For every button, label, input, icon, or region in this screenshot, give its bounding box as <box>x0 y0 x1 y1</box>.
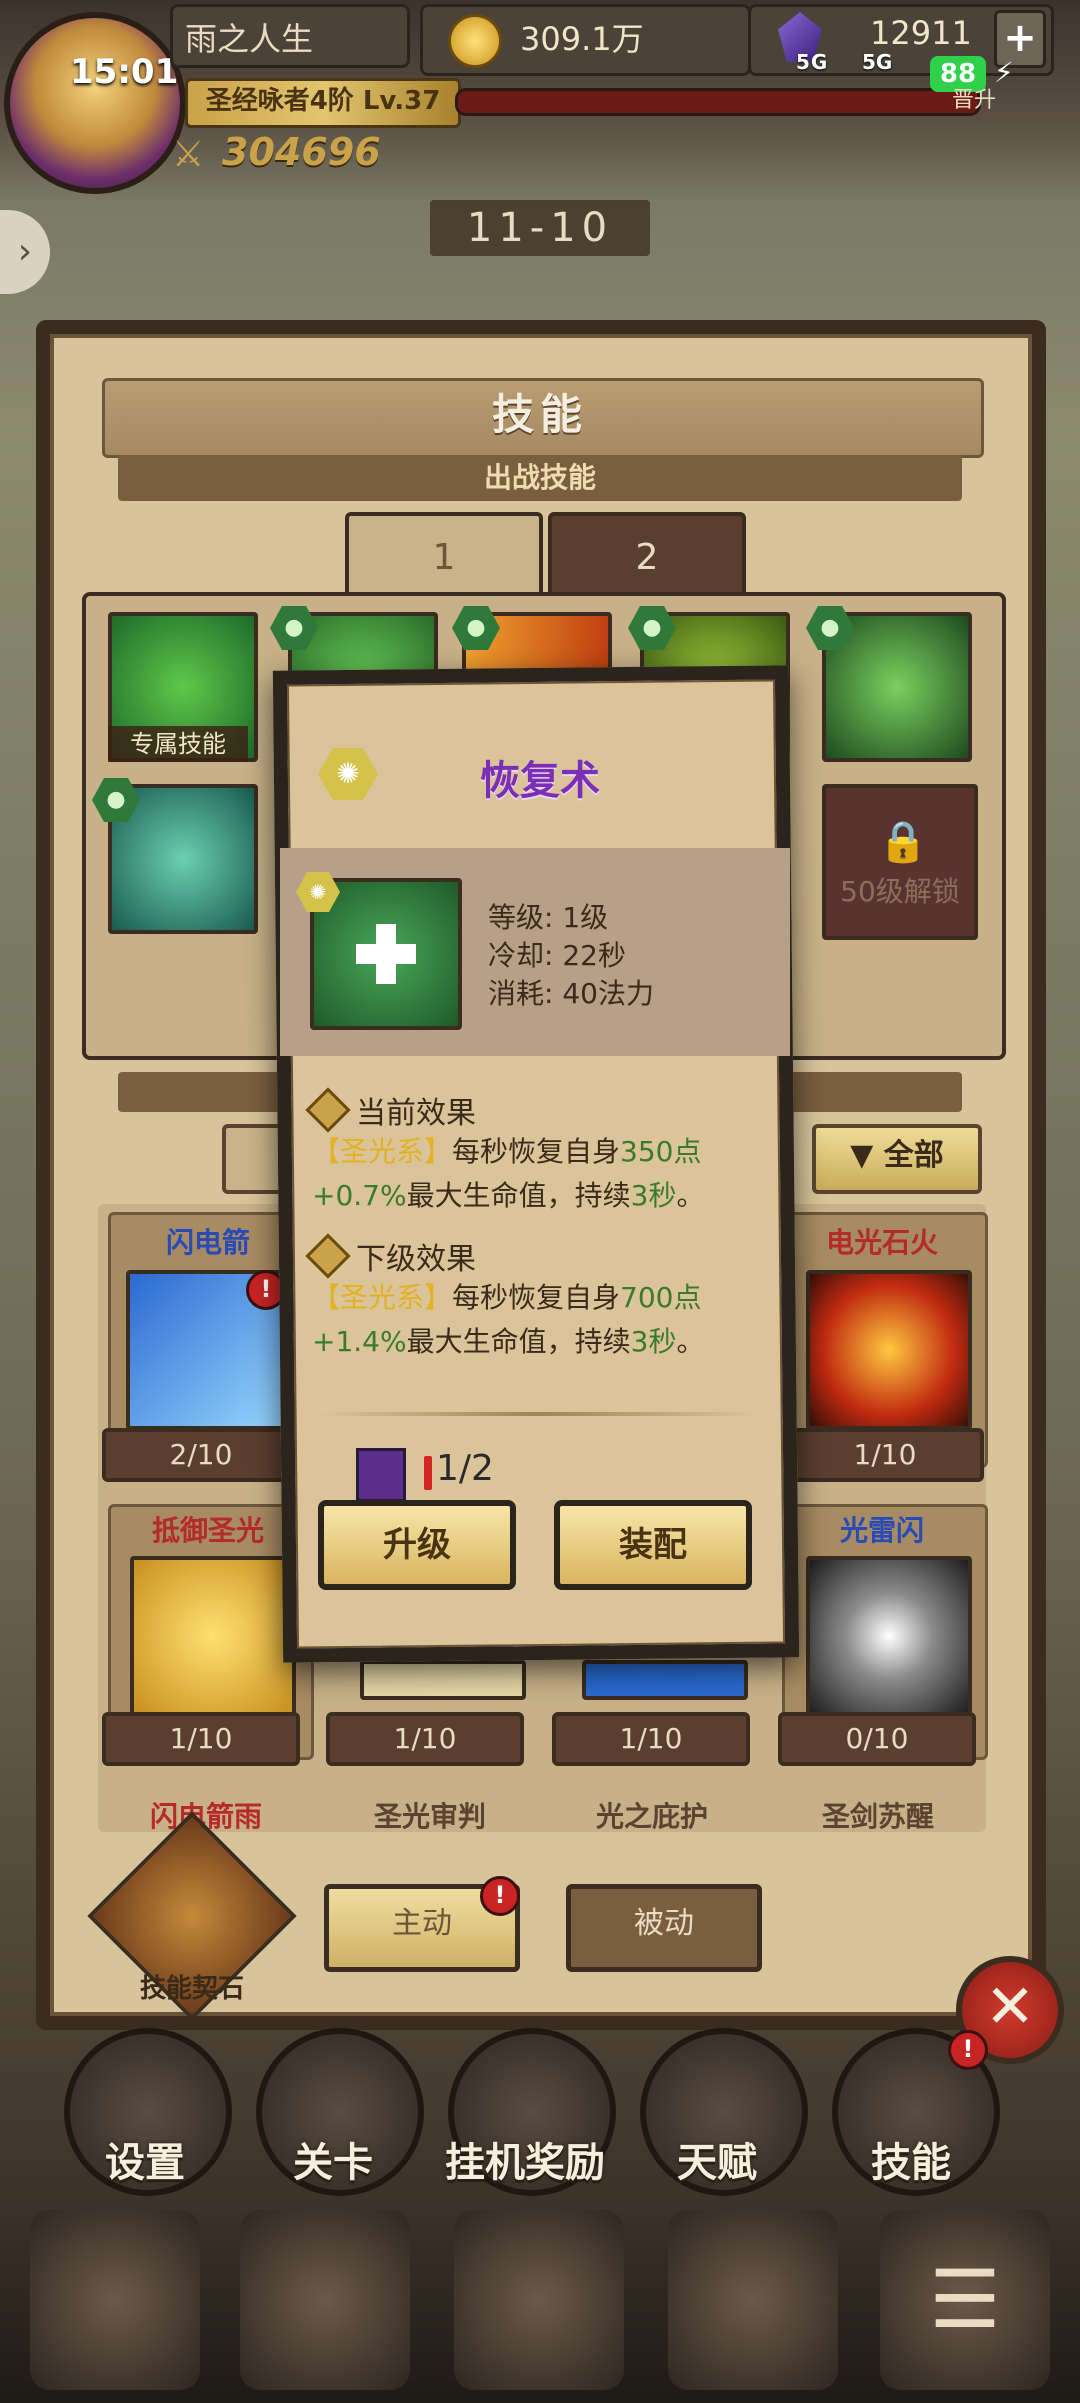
skill-card-title[interactable]: 光之庇护 <box>552 1794 752 1840</box>
skill-card-count: 1/10 <box>786 1428 984 1482</box>
effect-pre: 每秒恢复自身 <box>452 1135 621 1168</box>
skill-card-title: 电光石火 <box>825 1226 938 1259</box>
skill-stone-label: 技能契石 <box>139 1974 244 2004</box>
status-time: 15:01 <box>70 52 179 92</box>
skill-card-image[interactable] <box>806 1556 972 1716</box>
element-tag: 【圣光系】 <box>312 1135 453 1168</box>
skill-card-count: 1/10 <box>552 1712 750 1766</box>
section-title: 出战技能 <box>118 455 962 501</box>
lock-icon: 🔒 <box>878 819 928 865</box>
current-effect-text: 【圣光系】每秒恢复自身350点+0.7%最大生命值，持续3秒。 <box>312 1130 748 1218</box>
promote-label[interactable]: 晋升 <box>952 82 996 114</box>
exclusive-skill-tag: 专属技能 <box>108 726 248 762</box>
skill-card-image[interactable] <box>130 1556 296 1716</box>
effect-post: 最大生命值，持续 <box>406 1179 631 1212</box>
loadout-tab-2[interactable]: 2 <box>548 512 746 600</box>
skill-cooldown: 冷却: 22秒 <box>488 939 626 972</box>
menu-stages[interactable]: 关卡 <box>228 2130 438 2188</box>
owl-mask-icon[interactable] <box>668 2210 838 2390</box>
element-tag: 【圣光系】 <box>312 1281 453 1314</box>
crossed-swords-icon: ⚔ <box>172 134 205 175</box>
skill-cost: 消耗: 40法力 <box>488 977 654 1010</box>
effect-post: 最大生命值，持续 <box>406 1325 631 1358</box>
loadout-tab-1[interactable]: 1 <box>345 512 543 600</box>
skill-card-count: 2/10 <box>102 1428 300 1482</box>
filter-label: 全部 <box>883 1138 944 1173</box>
menu-settings[interactable]: 设置 <box>40 2130 250 2188</box>
equip-button[interactable]: 装配 <box>554 1500 752 1590</box>
player-name: 雨之人生 <box>170 4 410 68</box>
upgrade-button[interactable]: 升级 <box>318 1500 516 1590</box>
skill-card-image[interactable] <box>806 1270 972 1430</box>
castle-icon[interactable] <box>30 2210 200 2390</box>
skill-card-title: 抵御圣光 <box>151 1514 264 1547</box>
fragment-count: 1/2 <box>436 1448 494 1489</box>
skill-card-title[interactable]: 圣剑苏醒 <box>778 1794 978 1840</box>
combat-power: ⚔ 304696 <box>172 130 472 180</box>
skill-card-title[interactable]: 圣光审判 <box>330 1794 530 1840</box>
skill-card-image[interactable] <box>360 1660 526 1700</box>
expand-side-icon[interactable]: › <box>0 210 50 294</box>
menu-list-icon[interactable]: ☰ <box>880 2210 1050 2390</box>
effect-pre: 每秒恢复自身 <box>452 1281 621 1314</box>
fragment-progress-marker <box>424 1456 432 1490</box>
gem-value: 12911 <box>870 14 972 52</box>
player-rank: 圣经咏者4阶 Lv.37 <box>185 78 461 128</box>
lock-text: 50级解锁 <box>840 875 960 908</box>
filter-dropdown[interactable]: ▼ 全部 <box>812 1124 982 1194</box>
skill-card-count: 1/10 <box>102 1712 300 1766</box>
menu-idle-rewards[interactable]: 挂机奖励 <box>420 2130 630 2188</box>
skill-name: 恢复术 <box>480 758 600 804</box>
gold-coin-icon <box>448 14 502 68</box>
passive-skills-button[interactable]: 被动 <box>566 1884 762 1972</box>
skill-card-count: 0/10 <box>778 1712 976 1766</box>
effect-end: 。 <box>676 1179 705 1212</box>
skill-book-icon <box>356 1448 406 1502</box>
alert-badge: ! <box>480 1876 520 1916</box>
next-effect-text: 【圣光系】每秒恢复自身700点+1.4%最大生命值，持续3秒。 <box>312 1276 748 1364</box>
combat-power-value: 304696 <box>222 130 381 174</box>
menu-skills[interactable]: 技能 <box>806 2130 1016 2188</box>
effect-duration: 3秒 <box>630 1179 677 1212</box>
effect-duration: 3秒 <box>630 1325 677 1358</box>
menu-talents[interactable]: 天赋 <box>612 2130 822 2188</box>
effect-end: 。 <box>676 1325 705 1358</box>
helmet-icon[interactable] <box>240 2210 410 2390</box>
next-effect-heading: 下级效果 <box>356 1242 476 1277</box>
alert-badge: ! <box>948 2030 988 2070</box>
current-effect-heading: 当前效果 <box>356 1096 476 1131</box>
gold-value: 309.1万 <box>520 20 644 58</box>
battle-sword-icon[interactable] <box>454 2210 624 2390</box>
divider <box>318 1412 758 1416</box>
grid-view-icon[interactable] <box>222 1124 286 1194</box>
network-label-1: 5G <box>796 50 829 74</box>
network-label-2: 5G <box>862 50 893 74</box>
panel-title: 技能 <box>491 390 588 439</box>
skill-card-title: 光雷闪 <box>839 1514 924 1547</box>
skill-card-count: 1/10 <box>326 1712 524 1766</box>
player-avatar[interactable] <box>4 12 186 194</box>
charging-icon: ⚡ <box>994 56 1014 89</box>
exp-bar <box>455 88 981 116</box>
skill-card-image[interactable] <box>582 1660 748 1700</box>
stage-label: 11-10 <box>430 200 650 256</box>
skill-level: 等级: 1级 <box>488 901 609 934</box>
